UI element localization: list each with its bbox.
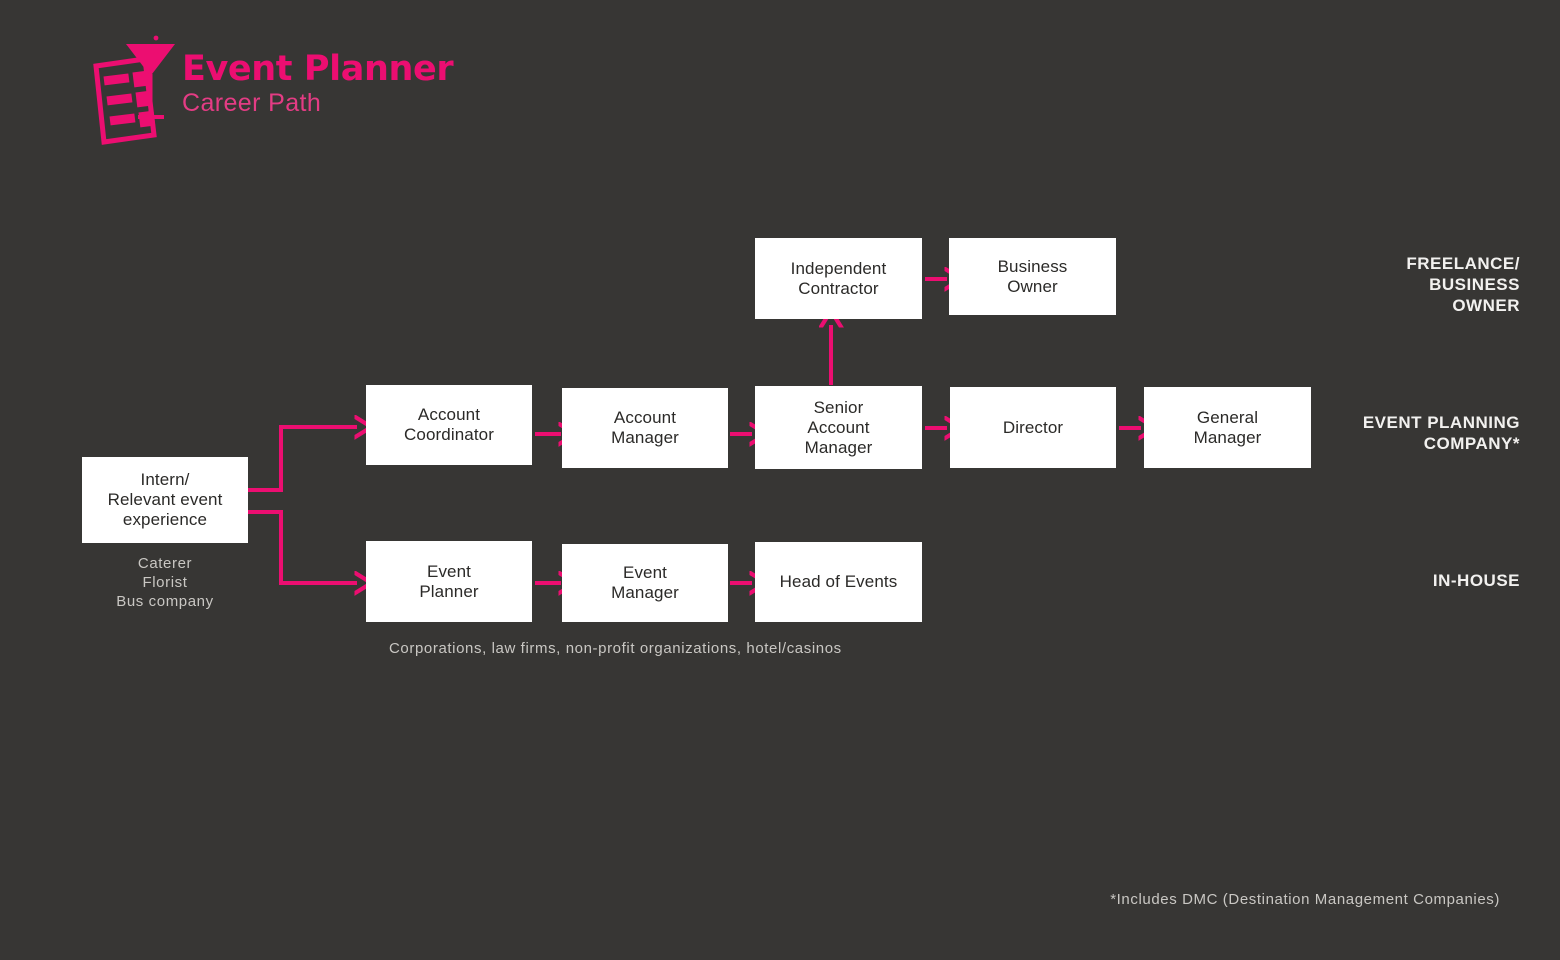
node-start[interactable]: Intern/ Relevant event experience bbox=[82, 457, 248, 543]
node-business-owner[interactable]: Business Owner bbox=[949, 238, 1116, 315]
node-independent-contractor[interactable]: Independent Contractor bbox=[755, 238, 922, 319]
node-head-of-events[interactable]: Head of Events bbox=[755, 542, 922, 622]
node-event-manager[interactable]: Event Manager bbox=[562, 544, 728, 622]
start-caption: Caterer Florist Bus company bbox=[116, 555, 214, 610]
clipboard-martini-icon bbox=[82, 30, 178, 148]
node-event-planner[interactable]: Event Planner bbox=[366, 541, 532, 622]
track-label-event-planning-company: EVENT PLANNING COMPANY* bbox=[1362, 413, 1520, 453]
logo-text-block: Event Planner Career Path bbox=[182, 50, 502, 117]
connector-start-to-event-planner bbox=[248, 510, 357, 583]
track-label-freelance: FREELANCE/ BUSINESS OWNER bbox=[1406, 254, 1520, 315]
career-path-diagram: Event Planner Career Path Intern/ Releva… bbox=[0, 0, 1560, 960]
track-label-in-house: IN-HOUSE bbox=[1432, 571, 1520, 590]
node-account-coordinator[interactable]: Account Coordinator bbox=[366, 385, 532, 465]
in-house-caption: Corporations, law firms, non-profit orga… bbox=[389, 640, 842, 657]
node-account-manager[interactable]: Account Manager bbox=[562, 388, 728, 468]
footnote: *Includes DMC (Destination Management Co… bbox=[1110, 891, 1500, 908]
connector-start-to-account-coordinator bbox=[248, 427, 357, 492]
page-subtitle: Career Path bbox=[182, 89, 322, 117]
page-title: Event Planner bbox=[182, 49, 454, 89]
node-senior-account-manager[interactable]: Senior Account Manager bbox=[755, 386, 922, 469]
header: Event Planner Career Path bbox=[82, 28, 502, 148]
node-director[interactable]: Director bbox=[950, 387, 1116, 468]
